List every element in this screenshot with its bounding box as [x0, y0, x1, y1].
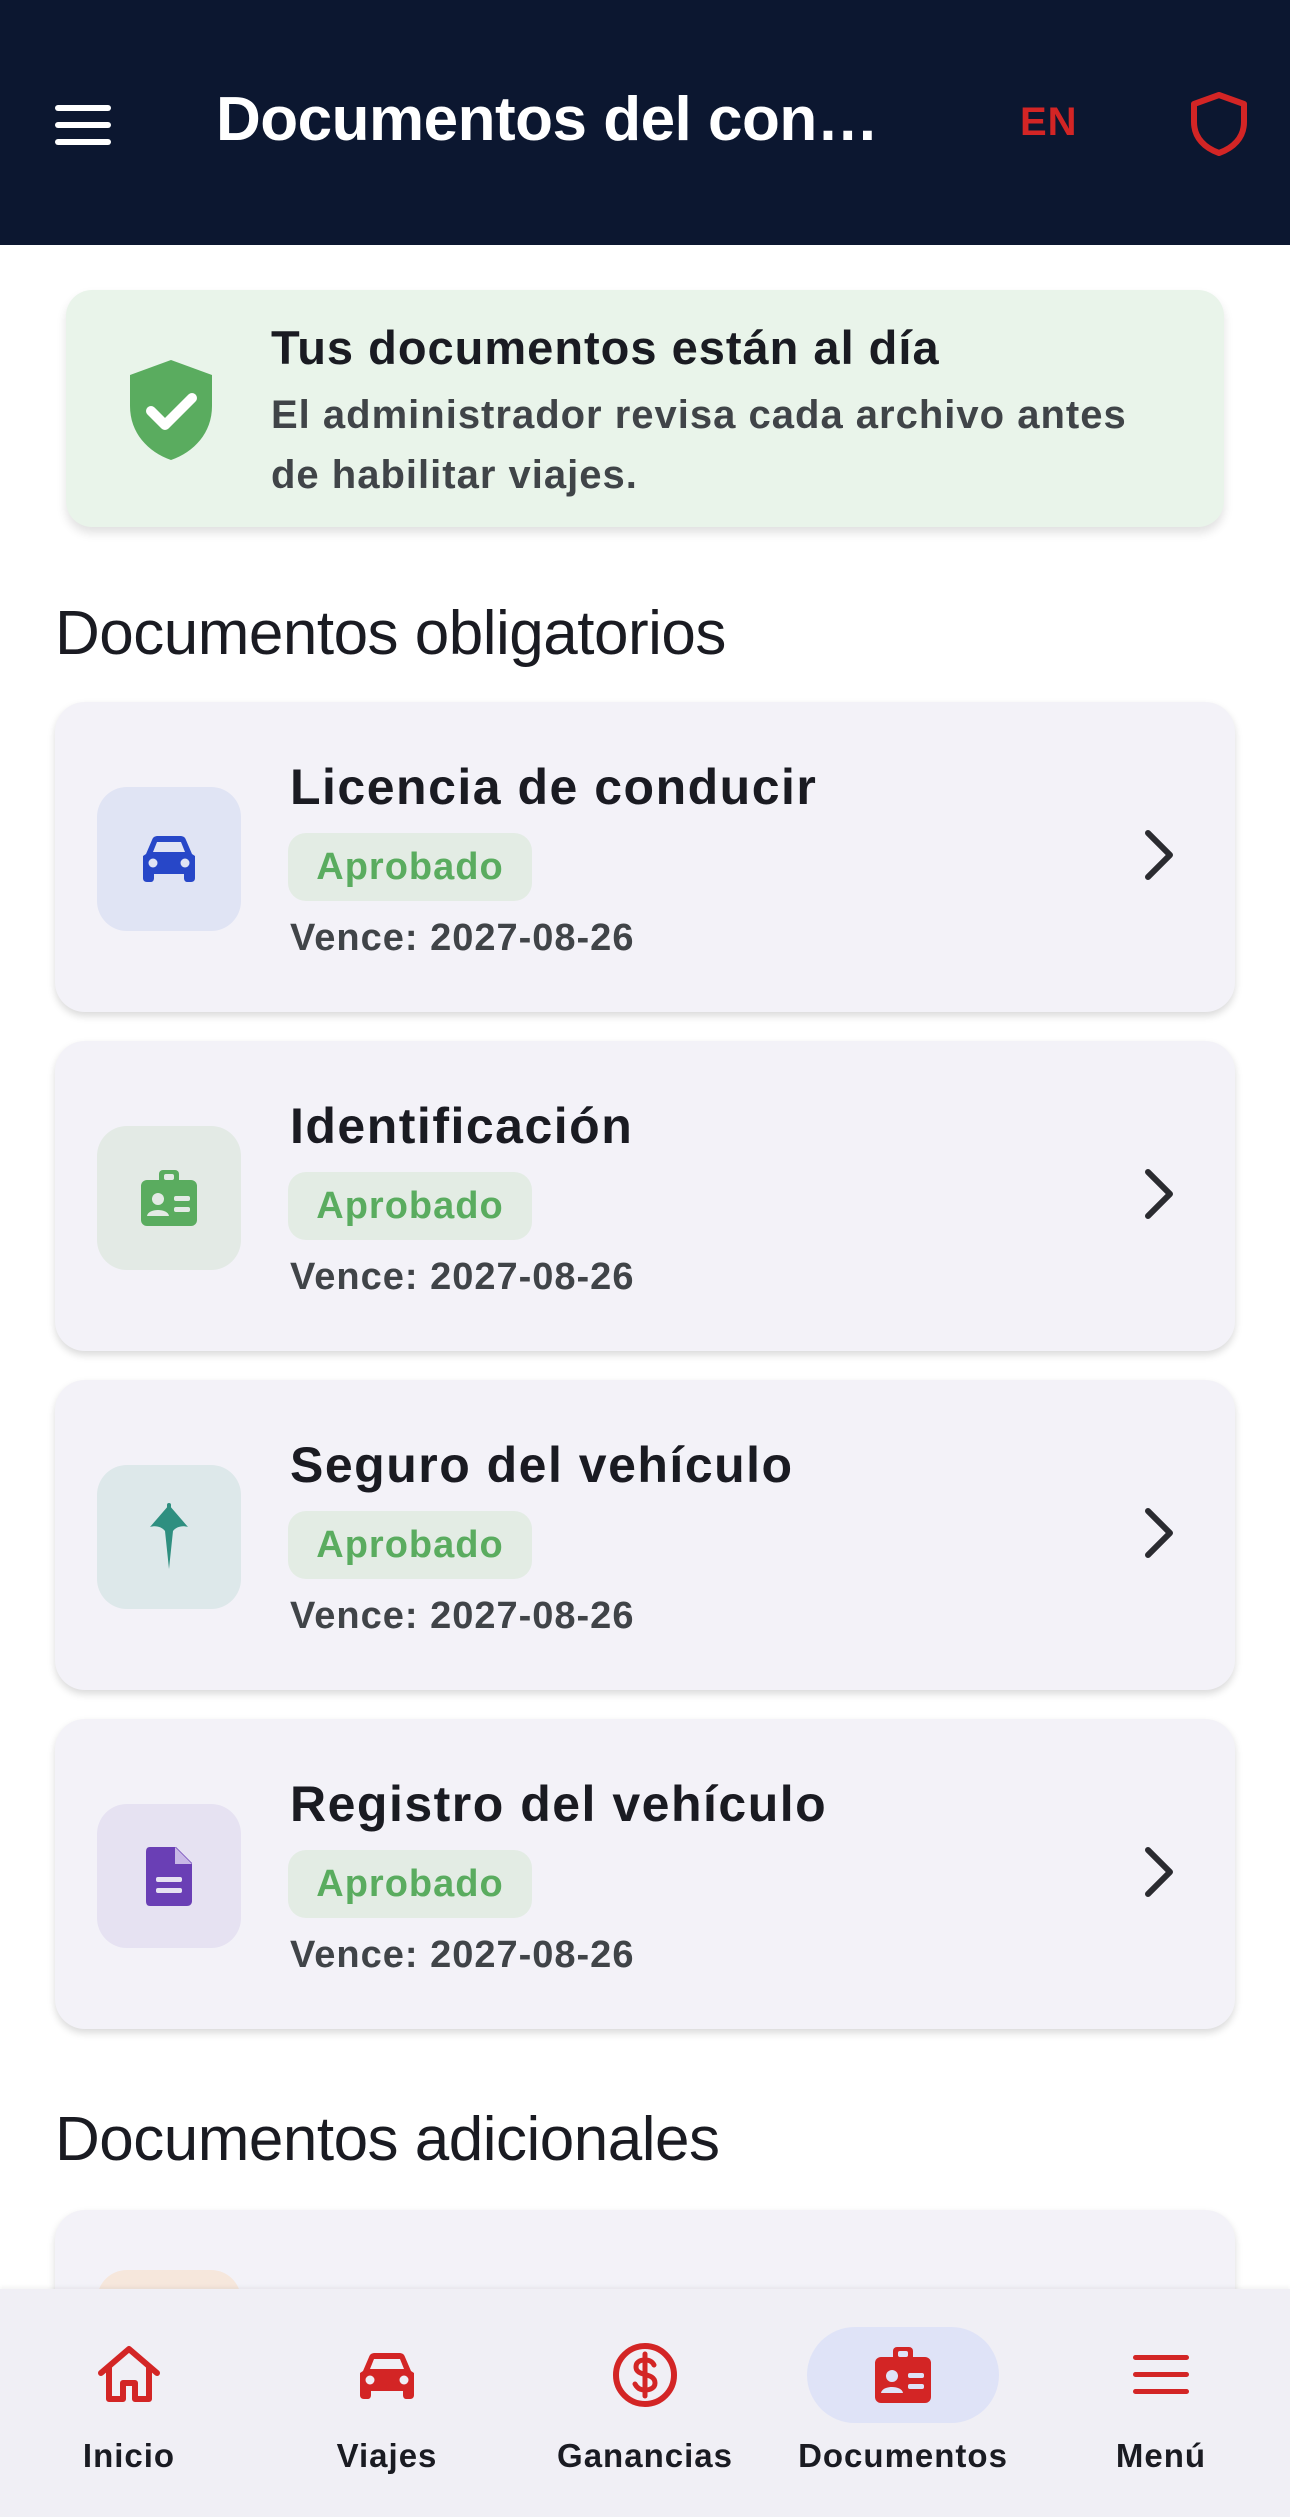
shield-icon[interactable]	[1190, 92, 1248, 156]
nav-label: Viajes	[336, 2437, 438, 2474]
nav-label: Menú	[1115, 2437, 1207, 2474]
nav-item-inicio[interactable]: Inicio	[0, 2289, 258, 2517]
status-badge: Aprobado	[288, 1850, 532, 1918]
car-icon	[143, 836, 195, 882]
document-expiry: Vence: 2027-08-26	[290, 1595, 635, 1637]
nav-label: Inicio	[82, 2437, 176, 2474]
section-title-required: Documentos obligatorios	[55, 599, 726, 668]
dollar-icon	[613, 2343, 677, 2407]
status-badge: Aprobado	[288, 1172, 532, 1240]
document-icon	[146, 1847, 192, 1906]
home-icon	[98, 2346, 160, 2402]
status-title: Tus documentos están al día	[271, 321, 940, 374]
chevron-right-icon	[1145, 830, 1173, 880]
nav-label: Documentos	[798, 2437, 1008, 2474]
document-expiry: Vence: 2027-08-26	[290, 1934, 635, 1976]
nav-item-ganancias[interactable]: Ganancias	[516, 2289, 774, 2517]
status-description: El administrador revisa cada archivo ant…	[271, 393, 1127, 497]
nav-label: Ganancias	[557, 2437, 733, 2474]
status-banner: Tus documentos están al día El administr…	[66, 290, 1224, 527]
document-expiry: Vence: 2027-08-26	[290, 1256, 635, 1298]
document-icon-box	[97, 1804, 241, 1948]
status-badge: Aprobado	[288, 833, 532, 901]
document-icon-box	[97, 1465, 241, 1609]
chevron-right-icon	[1145, 1508, 1173, 1558]
section-title-additional: Documentos adicionales	[55, 2105, 720, 2174]
document-icon-box	[97, 787, 241, 931]
document-expiry: Vence: 2027-08-26	[290, 917, 635, 959]
nav-item-documentos[interactable]: Documentos	[774, 2289, 1032, 2517]
document-card[interactable]: Seguro del vehículo Aprobado Vence: 2027…	[55, 1380, 1235, 1690]
nav-item-menu[interactable]: Menú	[1032, 2289, 1290, 2517]
document-card[interactable]: Identificación Aprobado Vence: 2027-08-2…	[55, 1041, 1235, 1351]
id-badge-icon	[141, 1170, 197, 1226]
document-icon-box	[97, 1126, 241, 1270]
verified-shield-icon	[130, 360, 212, 460]
language-toggle[interactable]: EN	[1020, 100, 1078, 145]
page-title: Documentos del con…	[216, 85, 879, 154]
document-name: Identificación	[290, 1098, 634, 1154]
document-card[interactable]: Registro del vehículo Aprobado Vence: 20…	[55, 1719, 1235, 2029]
document-card[interactable]: Licencia de conducir Aprobado Vence: 202…	[55, 702, 1235, 1012]
app-header: Documentos del con… EN	[0, 0, 1290, 245]
menu-icon	[1133, 2355, 1189, 2394]
bottom-navigation: Inicio Viajes Ganancias Documentos Menú	[0, 2289, 1290, 2517]
car-icon	[360, 2353, 414, 2399]
document-name: Seguro del vehículo	[290, 1437, 794, 1493]
nav-item-viajes[interactable]: Viajes	[258, 2289, 516, 2517]
document-name: Registro del vehículo	[290, 1776, 828, 1832]
chevron-right-icon	[1145, 1847, 1173, 1897]
id-badge-icon	[875, 2347, 931, 2403]
status-badge: Aprobado	[288, 1511, 532, 1579]
umbrella-icon	[150, 1503, 188, 1569]
document-name: Licencia de conducir	[290, 759, 818, 815]
hamburger-menu-icon[interactable]	[55, 105, 111, 145]
chevron-right-icon	[1145, 1169, 1173, 1219]
